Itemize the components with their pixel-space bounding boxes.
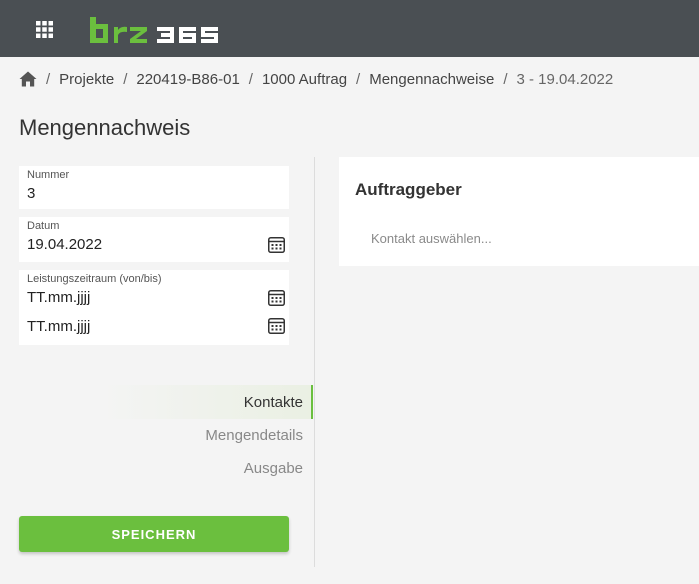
datum-field[interactable]: Datum 19.04.2022 <box>19 217 289 262</box>
breadcrumb: / Projekte / 220419-B86-01 / 1000 Auftra… <box>19 68 613 90</box>
top-bar <box>0 0 699 57</box>
leistungszeitraum-to-input[interactable]: TT.mm.jjjj <box>27 318 90 335</box>
brz-logo[interactable] <box>88 15 220 45</box>
breadcrumb-separator: / <box>46 70 51 88</box>
leistungszeitraum-from-input[interactable]: TT.mm.jjjj <box>27 289 90 306</box>
breadcrumb-separator: / <box>356 70 361 88</box>
calendar-icon[interactable] <box>268 318 285 334</box>
breadcrumb-item-auftrag[interactable]: 1000 Auftrag <box>262 71 347 88</box>
vertical-divider <box>314 157 315 567</box>
breadcrumb-item-mengennachweise[interactable]: Mengennachweise <box>369 71 494 88</box>
breadcrumb-separator: / <box>123 70 128 88</box>
datum-value[interactable]: 19.04.2022 <box>27 236 102 253</box>
nummer-label: Nummer <box>27 169 70 181</box>
calendar-icon[interactable] <box>268 290 285 306</box>
nav-item-ausgabe[interactable]: Ausgabe <box>244 460 303 477</box>
nav-active-indicator <box>311 385 313 419</box>
nummer-field[interactable]: Nummer 3 <box>19 166 289 209</box>
contact-select-input[interactable] <box>355 227 699 249</box>
auftraggeber-panel: Auftraggeber <box>339 157 699 266</box>
page-title: Mengennachweis <box>19 115 191 140</box>
breadcrumb-item-projekte[interactable]: Projekte <box>59 71 114 88</box>
grid-apps-icon[interactable] <box>36 21 53 38</box>
leistungszeitraum-field: Leistungszeitraum (von/bis) TT.mm.jjjj T… <box>19 270 289 345</box>
breadcrumb-item-project-number[interactable]: 220419-B86-01 <box>136 71 239 88</box>
breadcrumb-separator: / <box>503 70 508 88</box>
nummer-value[interactable]: 3 <box>27 185 35 202</box>
calendar-icon[interactable] <box>268 237 285 253</box>
home-icon[interactable] <box>19 71 37 87</box>
panel-title: Auftraggeber <box>355 180 462 199</box>
leistungszeitraum-label: Leistungszeitraum (von/bis) <box>27 273 162 285</box>
breadcrumb-separator: / <box>248 70 253 88</box>
datum-label: Datum <box>27 220 60 232</box>
save-button[interactable]: SPEICHERN <box>19 516 289 552</box>
nav-item-mengendetails[interactable]: Mengendetails <box>205 427 303 444</box>
breadcrumb-item-current: 3 - 19.04.2022 <box>516 70 614 88</box>
nav-item-kontakte[interactable]: Kontakte <box>244 394 303 411</box>
